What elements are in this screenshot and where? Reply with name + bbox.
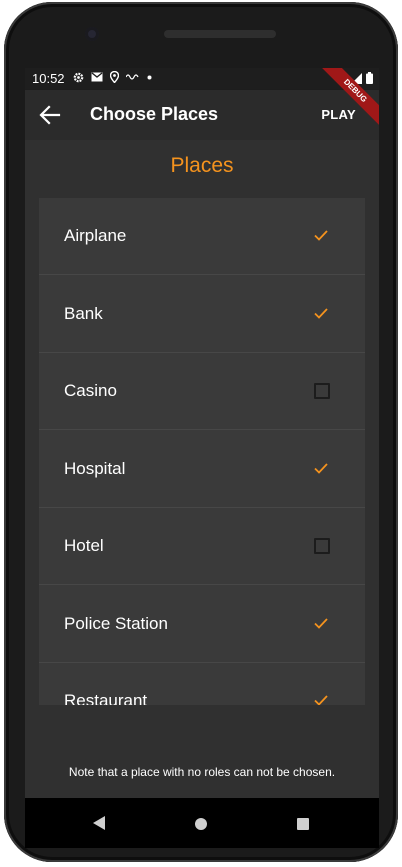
checkmark-icon[interactable]: [313, 460, 329, 476]
list-item[interactable]: Police Station: [39, 586, 365, 663]
place-label: Casino: [64, 381, 117, 400]
list-item[interactable]: Bank: [39, 276, 365, 353]
nav-back-icon[interactable]: [92, 816, 106, 830]
checkmark-icon[interactable]: [313, 305, 329, 321]
page-title: Choose Places: [90, 104, 219, 124]
unchecked-checkbox[interactable]: [314, 383, 330, 399]
nav-recents-icon[interactable]: [297, 818, 309, 830]
list-item[interactable]: Hospital: [39, 431, 365, 508]
nav-home-icon[interactable]: [195, 818, 207, 830]
place-label: Hospital: [64, 458, 126, 478]
place-label: Airplane: [64, 226, 127, 245]
earpiece-speaker: [164, 30, 276, 38]
place-label: Restaurant: [64, 691, 148, 705]
list-item[interactable]: Restaurant: [39, 663, 365, 705]
place-label: Police Station: [64, 613, 168, 633]
place-label: Hotel: [64, 536, 104, 555]
notification-icons: [73, 71, 152, 83]
play-button[interactable]: PLAY: [321, 107, 356, 122]
checkmark-icon[interactable]: [313, 692, 329, 705]
signal-wave-icon: [126, 74, 139, 80]
system-nav-bar: [25, 798, 379, 848]
list-item[interactable]: Airplane: [39, 198, 365, 275]
place-label: Bank: [64, 303, 103, 323]
footer-note: Note that a place with no roles can not …: [25, 750, 379, 798]
app-bar: Choose Places PLAY: [25, 90, 379, 140]
list-item[interactable]: Hotel: [39, 508, 365, 585]
status-time: 10:52: [32, 71, 65, 86]
dot-icon: [147, 75, 152, 79]
checkmark-icon[interactable]: [313, 227, 329, 243]
app-screen: 10:52 Choose Places PLAY DEBUG Places Ai…: [25, 68, 379, 798]
content-area: Places Airplane Bank Casino Hospital Hotel Po…: [25, 140, 379, 750]
section-title: Places: [170, 154, 234, 177]
front-camera: [85, 27, 99, 41]
places-list[interactable]: Airplane Bank Casino Hospital Hotel Police St…: [39, 198, 365, 705]
location-icon: [110, 71, 119, 83]
checkmark-icon[interactable]: [313, 615, 329, 631]
settings-icon: [73, 72, 84, 82]
mail-icon: [91, 72, 103, 82]
back-arrow-icon[interactable]: [39, 104, 61, 126]
list-item[interactable]: Casino: [39, 353, 365, 430]
battery-icon: [366, 72, 373, 84]
unchecked-checkbox[interactable]: [314, 538, 330, 554]
